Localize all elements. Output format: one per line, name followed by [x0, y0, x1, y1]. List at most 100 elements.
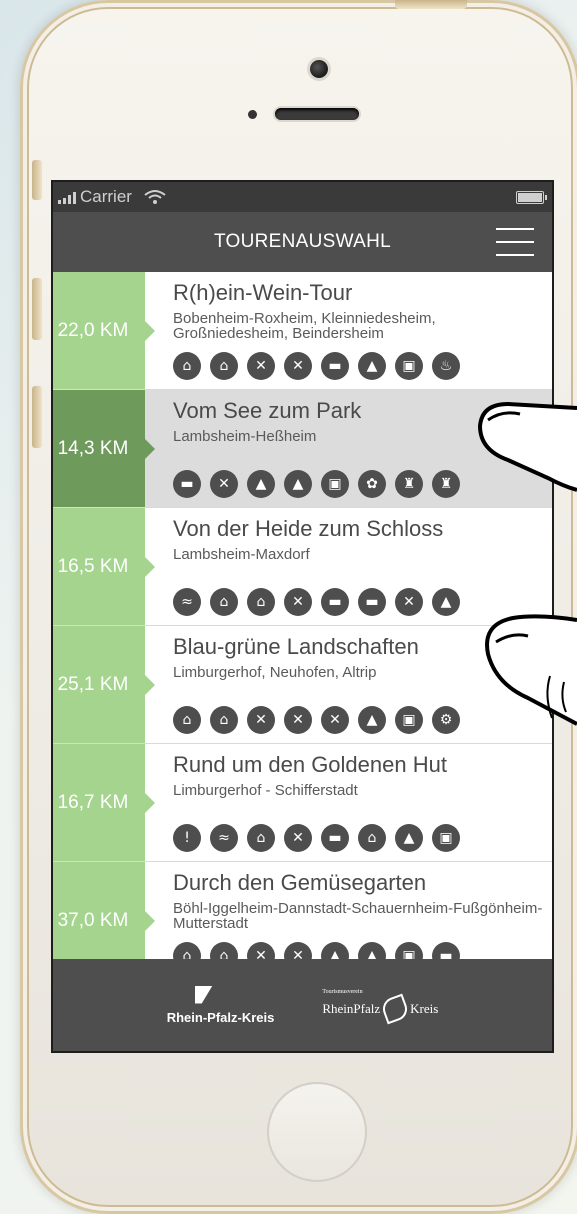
hotel-icon: ▬	[321, 352, 349, 380]
museum-icon: ⌂	[173, 706, 201, 734]
tour-title: Rund um den Goldenen Hut	[173, 752, 447, 777]
tour-amenity-icons: ▬ ✕ ▲ ▲ ▣ ✿ ♜ ♜	[173, 470, 460, 498]
mute-switch	[32, 160, 42, 200]
restaurant-icon: ✕	[284, 352, 312, 380]
home-button[interactable]	[267, 1082, 367, 1182]
tour-amenity-icons: ! ≈ ⌂ ✕ ▬ ⌂ ▲ ▣	[173, 824, 460, 852]
tour-row[interactable]: 16,7 KM Rund um den Goldenen Hut Limburger…	[53, 744, 552, 862]
tour-distance-label: 25,1 KM	[57, 673, 129, 695]
museum-icon: ⌂	[247, 824, 275, 852]
volume-up-button	[32, 278, 42, 340]
hotel-icon: ▬	[321, 588, 349, 616]
restaurant-icon: ✕	[321, 706, 349, 734]
tower-icon: ♜	[395, 470, 423, 498]
nav-bar: TOURENAUSWAHL	[53, 212, 552, 272]
restaurant-icon: ✕	[284, 706, 312, 734]
info-icon: !	[173, 824, 201, 852]
tour-amenity-icons: ⌂ ⌂ ✕ ✕ ▬ ▲ ▣ ♨	[173, 352, 460, 380]
tour-distance-label: 22,0 KM	[57, 319, 129, 341]
shopping-icon: ▲	[284, 470, 312, 498]
tour-title: Durch den Gemüsegarten	[173, 870, 427, 895]
tour-distance: 16,7 KM	[53, 744, 155, 861]
restaurant-icon: ✕	[284, 588, 312, 616]
earpiece-speaker	[275, 108, 359, 120]
train-icon: ▣	[321, 470, 349, 498]
museum-icon: ⌂	[210, 352, 238, 380]
museum-icon: ⌂	[247, 588, 275, 616]
shopping-icon: ▲	[247, 470, 275, 498]
tour-row[interactable]: 22,0 KM R(h)ein-Wein-Tour Bobenheim-Roxhei…	[53, 272, 552, 390]
power-button	[395, 0, 467, 9]
tour-row[interactable]: 14,3 KM Vom See zum Park Lambsheim-Heßheim…	[53, 390, 552, 508]
museum-icon: ⌂	[173, 352, 201, 380]
signal-icon	[58, 190, 76, 204]
tour-subtitle: Limburgerhof - Schifferstadt	[173, 782, 358, 799]
bicycle-icon: ⚙	[432, 706, 460, 734]
swimming-icon: ≈	[210, 824, 238, 852]
shopping-icon: ▲	[395, 824, 423, 852]
hotel-icon: ▬	[358, 588, 386, 616]
tour-title: Von der Heide zum Schloss	[173, 516, 444, 541]
hotel-icon: ▬	[173, 470, 201, 498]
restaurant-icon: ✕	[210, 470, 238, 498]
tour-row[interactable]: 25,1 KM Blau-grüne Landschaften Limburgerh…	[53, 626, 552, 744]
tour-subtitle: Lambsheim-Heßheim	[173, 428, 317, 445]
campfire-icon: ♨	[432, 352, 460, 380]
flag-icon	[194, 985, 213, 1004]
page-title: TOURENAUSWAHL	[213, 231, 392, 252]
carrier-label: Carrier	[80, 187, 132, 206]
logo1-label: Rhein-Pfalz-Kreis	[166, 1009, 275, 1025]
shopping-icon: ▲	[358, 352, 386, 380]
tour-distance: 14,3 KM	[53, 390, 155, 507]
volume-down-button	[32, 386, 42, 448]
tour-subtitle: Böhl-Iggelheim-Dannstadt-Schauernheim-Fu…	[173, 900, 543, 932]
train-icon: ▣	[395, 352, 423, 380]
restaurant-icon: ✕	[247, 352, 275, 380]
rhein-pfalz-kreis-logo[interactable]: Rhein-Pfalz-Kreis	[166, 985, 275, 1025]
tour-list[interactable]: 22,0 KM R(h)ein-Wein-Tour Bobenheim-Roxhei…	[53, 272, 552, 989]
footer-logos: Rhein-Pfalz-Kreis Tourismusverein RheinP…	[53, 959, 552, 1051]
wifi-icon	[144, 190, 166, 204]
tour-subtitle: Lambsheim-Maxdorf	[173, 546, 310, 563]
tour-distance-label: 16,5 KM	[57, 555, 129, 577]
bird-icon: ✿	[358, 470, 386, 498]
tour-subtitle: Limburgerhof, Neuhofen, Altrip	[173, 664, 377, 681]
front-camera	[310, 60, 328, 78]
proximity-sensor	[248, 110, 257, 119]
tour-title: R(h)ein-Wein-Tour	[173, 280, 353, 305]
logo2-small-label: Tourismusverein	[322, 989, 363, 995]
restaurant-icon: ✕	[395, 588, 423, 616]
tour-subtitle: Bobenheim-Roxheim, Kleinniedesheim, Groß…	[173, 310, 436, 342]
logo2-label-b: Kreis	[410, 1001, 439, 1016]
tower-icon: ♜	[432, 470, 460, 498]
status-bar: Carrier	[53, 182, 552, 212]
battery-icon	[516, 191, 547, 204]
restaurant-icon: ✕	[284, 824, 312, 852]
museum-icon: ⌂	[210, 588, 238, 616]
tour-distance: 16,5 KM	[53, 508, 155, 625]
tour-distance: 25,1 KM	[53, 626, 155, 743]
museum-icon: ⌂	[210, 706, 238, 734]
tour-distance-label: 16,7 KM	[57, 791, 129, 813]
restaurant-icon: ✕	[247, 706, 275, 734]
train-icon: ▣	[395, 706, 423, 734]
shopping-icon: ▲	[432, 588, 460, 616]
tour-distance: 22,0 KM	[53, 272, 155, 389]
leaf-icon	[379, 993, 411, 1025]
tour-title: Vom See zum Park	[173, 398, 362, 423]
swimming-icon: ≈	[173, 588, 201, 616]
museum-icon: ⌂	[358, 824, 386, 852]
logo2-label-a: RheinPfalz	[322, 1001, 381, 1016]
tour-amenity-icons: ≈ ⌂ ⌂ ✕ ▬ ▬ ✕ ▲	[173, 588, 460, 616]
train-icon: ▣	[432, 824, 460, 852]
tour-row[interactable]: 16,5 KM Von der Heide zum Schloss Lambshei…	[53, 508, 552, 626]
tour-title: Blau-grüne Landschaften	[173, 634, 419, 659]
tour-amenity-icons: ⌂ ⌂ ✕ ✕ ✕ ▲ ▣ ⚙	[173, 706, 460, 734]
hotel-icon: ▬	[321, 824, 349, 852]
tour-distance-label: 37,0 KM	[57, 909, 129, 931]
tour-distance-label: 14,3 KM	[57, 437, 129, 459]
app-screen: Carrier TOURENAUSWAHL 22,0 KM R(h)ein-Wei…	[53, 182, 552, 1051]
hamburger-menu-icon[interactable]	[496, 228, 534, 258]
tourismusverein-logo[interactable]: Tourismusverein RheinPfalz Kreis	[322, 989, 439, 1025]
shopping-icon: ▲	[358, 706, 386, 734]
